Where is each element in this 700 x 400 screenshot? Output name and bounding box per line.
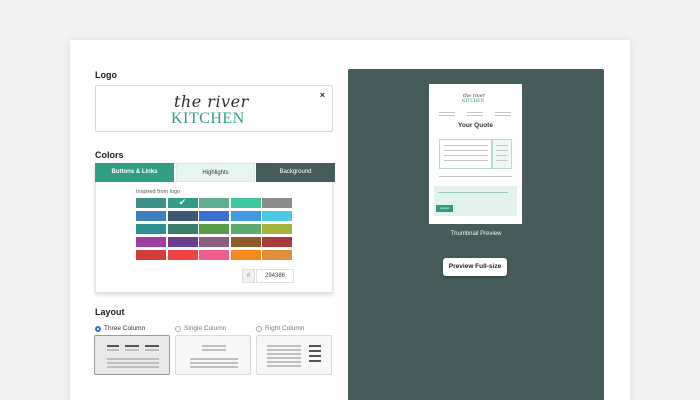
color-swatch[interactable] [136,211,166,221]
tab-highlights[interactable]: Highlights [176,163,255,182]
settings-card: Logo the river KITCHEN × Colors Buttons … [70,40,630,400]
preview-panel: the river KITCHEN Your Quote Accept Thum… [348,69,604,400]
color-swatch[interactable] [136,250,166,260]
thumbnail-accept-button: Accept [436,205,453,212]
color-swatch[interactable] [199,237,229,247]
color-swatch[interactable] [199,211,229,221]
layout-option-label: Three Column [104,325,146,332]
color-swatch[interactable] [167,224,198,234]
radio-selected-icon [95,325,101,332]
layout-section-title: Layout [95,307,125,317]
color-swatch[interactable] [199,250,229,260]
color-swatch[interactable] [230,198,261,208]
thumbnail-logo-kitchen: KITCHEN [462,99,484,104]
hex-color-input[interactable]: 294386 [256,269,294,283]
color-swatch[interactable] [262,211,292,221]
color-swatch[interactable] [262,250,292,260]
radio-icon [175,325,181,332]
color-swatch[interactable] [199,224,229,234]
preview-full-size-button[interactable]: Preview Full-size [443,258,507,276]
color-swatch[interactable] [262,224,292,234]
layout-thumb-single-column[interactable] [175,335,251,375]
tab-background[interactable]: Background [256,163,335,182]
color-swatch[interactable] [167,237,198,247]
colors-section-title: Colors [95,150,124,160]
color-swatch[interactable] [136,198,166,208]
layout-option-label: Single Column [184,325,227,332]
radio-icon [256,325,262,332]
layout-option-three-column[interactable]: Three Column [95,325,145,332]
close-icon[interactable]: × [320,90,325,100]
logo-upload-box[interactable]: the river KITCHEN × [95,85,333,132]
thumbnail-preview-label: Thumbnail Preview [450,231,502,237]
color-swatch[interactable] [167,250,198,260]
layout-option-single-column[interactable]: Single Column [175,325,226,332]
layout-thumb-right-column[interactable] [256,335,332,375]
color-swatch[interactable] [230,224,261,234]
thumbnail-side-column [492,139,512,169]
logo-kitchen-text: KITCHEN [171,110,245,127]
layout-thumb-three-column[interactable] [94,335,170,375]
inspired-from-logo-label: Inspired from logo [136,189,181,195]
tab-buttons-links[interactable]: Buttons & Links [95,163,174,182]
color-swatch[interactable]: ✔ [167,197,198,208]
checkmark-icon: ✔ [178,197,187,207]
colors-panel: Buttons & Links Highlights Background In… [95,163,335,293]
layout-option-right-column[interactable]: Right Column [256,325,304,332]
color-swatch[interactable] [199,198,229,208]
thumbnail-line-items [439,139,492,169]
color-swatch[interactable] [136,224,166,234]
hash-prefix: # [242,269,255,283]
color-swatch[interactable] [230,237,261,247]
quote-thumbnail: the river KITCHEN Your Quote Accept [429,84,522,224]
color-swatch[interactable] [262,237,292,247]
color-swatch[interactable] [230,211,261,221]
logo-script-text: the river [174,92,249,111]
color-swatch[interactable] [167,211,198,221]
logo-section-title: Logo [95,70,117,80]
color-swatch[interactable] [230,250,261,260]
color-swatch[interactable] [262,198,292,208]
thumbnail-quote-title: Your Quote [458,122,493,129]
color-swatch[interactable] [136,237,166,247]
layout-option-label: Right Column [265,325,305,332]
